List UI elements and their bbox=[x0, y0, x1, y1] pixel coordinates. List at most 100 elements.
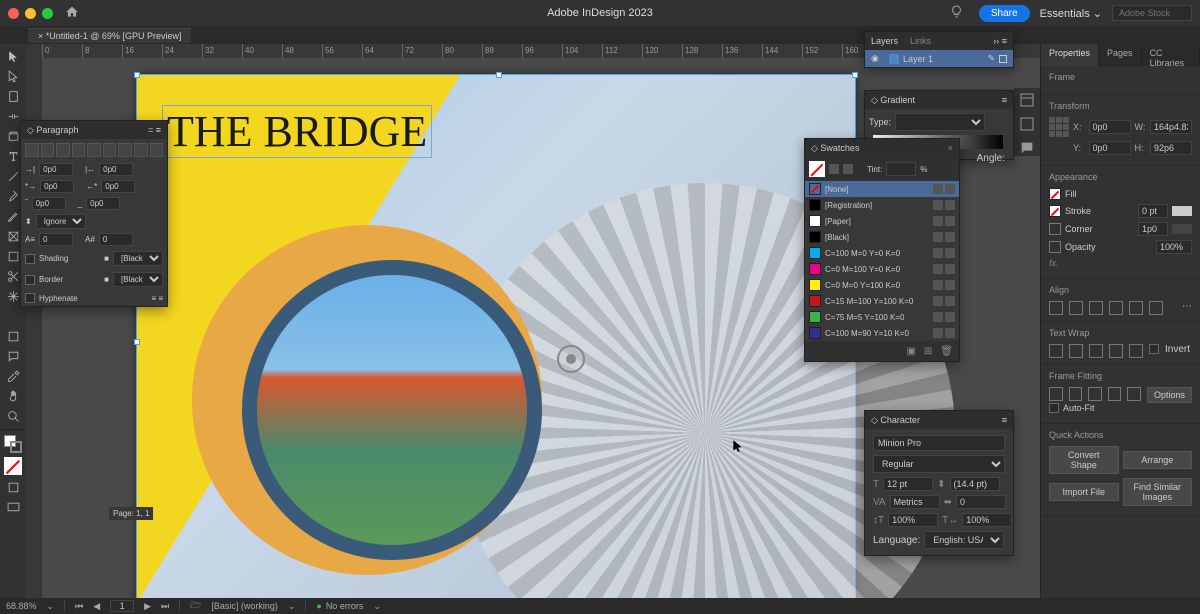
invert-checkbox[interactable] bbox=[1149, 344, 1159, 354]
autofit-checkbox[interactable] bbox=[1049, 403, 1059, 413]
document-tab[interactable]: × *Untitled-1 @ 69% [GPU Preview] bbox=[28, 28, 191, 43]
y-input[interactable] bbox=[1089, 141, 1131, 155]
fit-content[interactable] bbox=[1049, 387, 1063, 401]
align-center-btn[interactable] bbox=[41, 143, 55, 157]
align-right-btn[interactable] bbox=[56, 143, 70, 157]
leading-input[interactable] bbox=[950, 477, 1000, 491]
swatch-row[interactable]: [Registration] bbox=[805, 197, 959, 213]
space-before[interactable] bbox=[32, 197, 66, 210]
ruler-origin[interactable] bbox=[26, 44, 42, 58]
fill-stroke-swatch[interactable] bbox=[4, 435, 22, 453]
home-icon[interactable] bbox=[65, 5, 79, 22]
view-mode[interactable] bbox=[2, 478, 24, 496]
center-content[interactable] bbox=[1127, 387, 1141, 401]
border-checkbox[interactable] bbox=[25, 275, 35, 285]
visibility-icon[interactable]: ◉ bbox=[871, 53, 883, 64]
panel-icon[interactable] bbox=[1019, 116, 1035, 132]
delete-swatch-icon[interactable]: 🗑 bbox=[940, 346, 953, 357]
reference-point[interactable] bbox=[1049, 117, 1069, 137]
font-family-select[interactable] bbox=[873, 435, 1005, 451]
last-line-indent[interactable] bbox=[101, 180, 135, 193]
stroke-swatch[interactable] bbox=[1049, 205, 1061, 217]
shading-checkbox[interactable] bbox=[25, 254, 35, 264]
import-file-button[interactable]: Import File bbox=[1049, 483, 1119, 501]
swatch-row[interactable]: [Black] bbox=[805, 229, 959, 245]
stroke-style[interactable] bbox=[1172, 206, 1192, 216]
gradient-swatch-tool[interactable] bbox=[2, 307, 24, 325]
direct-selection-tool[interactable] bbox=[2, 67, 24, 85]
close-window[interactable] bbox=[8, 8, 19, 19]
eyedropper-tool[interactable] bbox=[2, 367, 24, 385]
selection-handle[interactable] bbox=[852, 72, 858, 78]
wrap-shape[interactable] bbox=[1089, 344, 1103, 358]
justify-center-btn[interactable] bbox=[87, 143, 101, 157]
layer-row[interactable]: ◉ Layer 1 ✎ bbox=[865, 50, 1013, 67]
vscale-input[interactable] bbox=[888, 513, 938, 527]
h-input[interactable] bbox=[1150, 141, 1192, 155]
corner-icon[interactable] bbox=[1049, 223, 1061, 235]
share-button[interactable]: Share bbox=[979, 5, 1030, 22]
selection-handle[interactable] bbox=[134, 72, 140, 78]
pen-icon[interactable]: ✎ bbox=[987, 53, 995, 64]
swatch-row[interactable]: C=100 M=90 Y=10 K=0 bbox=[805, 325, 959, 341]
close-icon[interactable]: × bbox=[948, 143, 953, 153]
border-color[interactable]: [Black] bbox=[113, 272, 163, 287]
font-size-input[interactable] bbox=[883, 477, 933, 491]
preflight-profile[interactable]: [Basic] (working) bbox=[211, 601, 278, 611]
justify-right-btn[interactable] bbox=[103, 143, 117, 157]
drop-cap-lines[interactable] bbox=[39, 233, 73, 246]
tint-input[interactable] bbox=[886, 162, 916, 176]
corner-shape[interactable] bbox=[1172, 224, 1192, 234]
kerning-input[interactable] bbox=[890, 495, 940, 509]
fill-indicator[interactable] bbox=[809, 161, 825, 177]
fill-swatch[interactable] bbox=[1049, 188, 1061, 200]
fitting-options-button[interactable]: Options bbox=[1147, 387, 1192, 403]
align-top[interactable] bbox=[1109, 301, 1123, 315]
gradient-type-select[interactable] bbox=[895, 113, 985, 131]
convert-shape-button[interactable]: Convert Shape bbox=[1049, 446, 1119, 474]
hyphenate-checkbox[interactable] bbox=[25, 293, 35, 303]
swatch-view-icon[interactable] bbox=[843, 164, 853, 174]
page-tool[interactable] bbox=[2, 87, 24, 105]
align-toward-btn[interactable] bbox=[134, 143, 148, 157]
adobe-stock-search[interactable] bbox=[1112, 5, 1192, 21]
swatch-row[interactable]: [Paper] bbox=[805, 213, 959, 229]
zoom-tool[interactable] bbox=[2, 407, 24, 425]
tab-pages[interactable]: Pages bbox=[1099, 44, 1142, 66]
new-swatch-icon[interactable]: ⊞ bbox=[924, 346, 932, 357]
screen-mode[interactable] bbox=[2, 498, 24, 516]
links-tab[interactable]: Links bbox=[910, 36, 931, 46]
align-away-btn[interactable] bbox=[150, 143, 164, 157]
find-similar-button[interactable]: Find Similar Images bbox=[1123, 478, 1193, 506]
opacity-input[interactable] bbox=[1156, 240, 1192, 254]
space-after[interactable] bbox=[86, 197, 120, 210]
shading-color[interactable]: [Black] bbox=[113, 251, 163, 266]
fit-frame[interactable] bbox=[1069, 387, 1083, 401]
bridge-photo-circle[interactable] bbox=[257, 275, 527, 545]
corner-size[interactable] bbox=[1138, 222, 1168, 236]
gradient-feather-tool[interactable] bbox=[2, 327, 24, 345]
last-page-icon[interactable]: ⏭ bbox=[161, 601, 169, 612]
selection-tool[interactable] bbox=[2, 47, 24, 65]
zoom-level[interactable]: 68.88% bbox=[6, 601, 37, 611]
swatch-row[interactable]: C=75 M=5 Y=100 K=0 bbox=[805, 309, 959, 325]
minimize-window[interactable] bbox=[25, 8, 36, 19]
fit-prop[interactable] bbox=[1088, 387, 1102, 401]
align-left[interactable] bbox=[1049, 301, 1063, 315]
wrap-bbox[interactable] bbox=[1069, 344, 1083, 358]
small-circle-marker[interactable] bbox=[557, 345, 585, 373]
fill-prop[interactable] bbox=[1108, 387, 1122, 401]
align-left-btn[interactable] bbox=[25, 143, 39, 157]
apply-none[interactable] bbox=[4, 457, 22, 475]
tab-cc-libraries[interactable]: CC Libraries bbox=[1142, 44, 1200, 66]
language-select[interactable]: English: USA bbox=[924, 531, 1004, 549]
workspace-switcher[interactable]: Essentials ⌄ bbox=[1040, 7, 1102, 20]
panel-icon[interactable] bbox=[1019, 92, 1035, 108]
note-tool[interactable] bbox=[2, 347, 24, 365]
right-indent[interactable] bbox=[99, 163, 133, 176]
wrap-jump[interactable] bbox=[1109, 344, 1123, 358]
auto-leading[interactable]: Ignore bbox=[36, 214, 86, 229]
first-line-indent[interactable] bbox=[40, 180, 74, 193]
justify-all-btn[interactable] bbox=[118, 143, 132, 157]
font-style-select[interactable]: Regular bbox=[873, 455, 1005, 473]
